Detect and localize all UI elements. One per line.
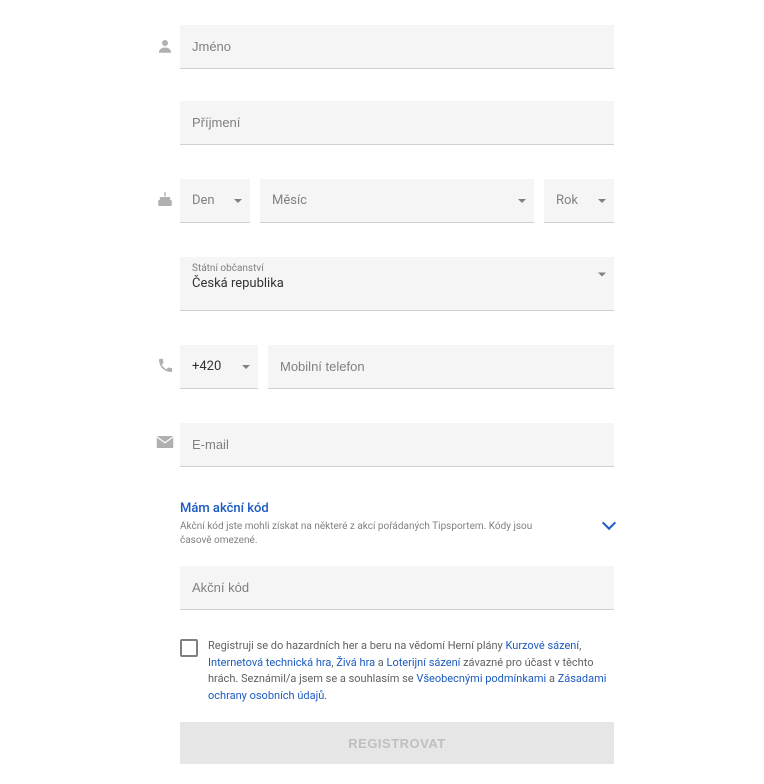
chevron-down-icon [598,199,606,203]
consent-checkbox[interactable] [180,639,198,657]
dob-month-select[interactable]: Měsíc [260,179,534,223]
first-name-input[interactable] [192,39,602,54]
link-internetova[interactable]: Internetová technická hra [208,656,331,669]
phone-code-value: +420 [192,359,221,374]
email-icon [150,423,180,449]
cake-icon [150,179,180,209]
link-ziva[interactable]: Živá hra [336,656,375,669]
consent-text: Registruji se do hazardních her a beru n… [208,638,614,704]
submit-button[interactable]: REGISTROVAT [180,722,614,764]
chevron-down-icon [242,365,250,369]
chevron-down-icon [602,515,616,529]
promo-toggle[interactable]: Mám akční kód Akční kód jste mohli získa… [180,501,614,548]
dob-month-label: Měsíc [272,193,307,208]
phone-input[interactable] [280,359,602,374]
promo-title: Mám akční kód [180,501,540,516]
chevron-down-icon [598,272,606,291]
person-icon [150,25,180,55]
phone-icon [150,345,180,374]
chevron-down-icon [234,199,242,203]
link-kurzove[interactable]: Kurzové sázení [505,639,579,652]
promo-code-input[interactable] [192,580,602,595]
email-input[interactable] [192,437,602,452]
dob-year-select[interactable]: Rok [544,179,614,223]
chevron-down-icon [518,199,526,203]
surname-input[interactable] [192,115,602,130]
link-vseobecne[interactable]: Všeobecnými podmínkami [416,672,546,685]
citizenship-value: Česká republika [192,276,284,291]
dob-day-label: Den [192,193,215,208]
promo-desc: Akční kód jste mohli získat na některé z… [180,520,540,548]
citizenship-label: Státní občanství [192,263,602,274]
dob-day-select[interactable]: Den [180,179,250,223]
dob-year-label: Rok [556,193,578,208]
citizenship-select[interactable]: Státní občanství Česká republika [180,257,614,311]
link-loterijni[interactable]: Loterijní sázení [387,656,461,669]
phone-code-select[interactable]: +420 [180,345,258,389]
